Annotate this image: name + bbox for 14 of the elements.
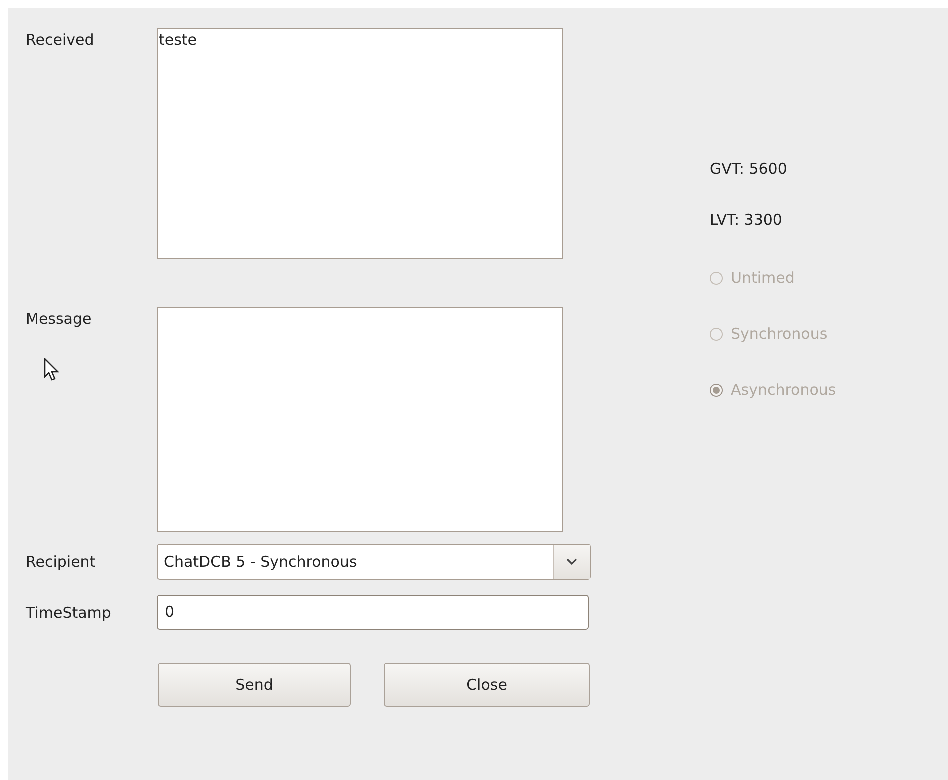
recipient-dropdown[interactable]: ChatDCB 5 - Synchronous — [157, 544, 591, 580]
recipient-label: Recipient — [26, 553, 97, 571]
timestamp-label: TimeStamp — [26, 604, 112, 622]
gvt-value: GVT: 5600 — [710, 160, 788, 180]
message-text-area[interactable] — [157, 307, 563, 532]
received-text-area[interactable]: teste — [157, 28, 563, 259]
lvt-value: LVT: 3300 — [710, 211, 782, 231]
dialog-button[interactable]: Close — [384, 663, 590, 707]
message-label: Message — [26, 310, 93, 328]
timestamp-field[interactable]: 0 — [157, 595, 589, 630]
chevron-down-icon — [566, 558, 578, 566]
dialog-button[interactable]: Send — [158, 663, 351, 707]
received-label: Received — [26, 31, 96, 49]
mouse-pointer-icon — [44, 358, 60, 382]
